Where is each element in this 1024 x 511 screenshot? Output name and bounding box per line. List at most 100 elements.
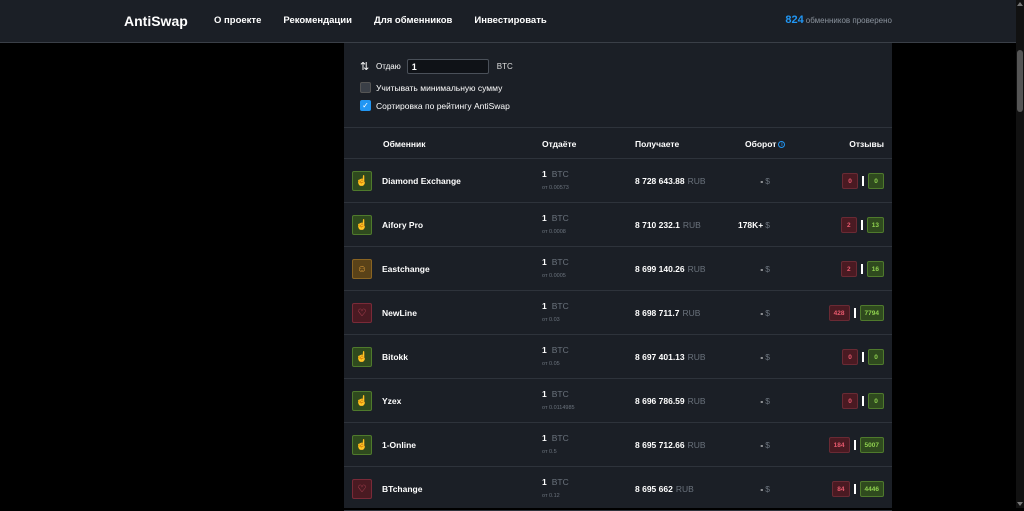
table-row[interactable]: ☝ Bitokk 1 BTC от 0.05 8 697 401.13 RUB - $0 0 [344, 335, 892, 379]
nav-invest[interactable]: Инвестировать [474, 15, 546, 26]
page-scrollbar[interactable] [1016, 0, 1024, 508]
give-value: 1 [542, 169, 547, 179]
exchanger-name[interactable]: BTchange [382, 484, 422, 494]
heart-icon: ♡ [352, 479, 372, 499]
negative-reviews-badge[interactable]: 0 [842, 393, 858, 409]
positive-reviews-badge[interactable]: 0 [868, 173, 884, 189]
turnover-value: 178K+ [737, 220, 764, 230]
table-row[interactable]: ♡ NewLine 1 BTC от 0.03 8 698 711.7 RUB - $428 77… [344, 291, 892, 335]
turnover-value: - [760, 440, 764, 450]
give-cur: BTC [551, 169, 569, 179]
nav-for-exchangers[interactable]: Для обменников [374, 15, 452, 26]
header-reviews[interactable]: Отзывы [849, 139, 884, 149]
turnover: 178K+ $ [724, 220, 770, 230]
table-row[interactable]: ☝ Aifory Pro 1 BTC от 0.0008 8 710 232.1 RUB 17… [344, 203, 892, 247]
negative-reviews-badge[interactable]: 0 [842, 349, 858, 365]
turnover: - $ [724, 264, 770, 274]
give-value: 1 [542, 389, 547, 399]
positive-reviews-badge[interactable]: 16 [866, 261, 884, 277]
turnover-cur: $ [765, 264, 770, 274]
table-row[interactable]: ☝ 1-Online 1 BTC от 0.5 8 695 712.66 RUB - $184 5… [344, 423, 892, 467]
nav-recommendations[interactable]: Рекомендации [283, 15, 352, 26]
give-amount: 1 BTC [542, 213, 569, 223]
give-value: 1 [542, 477, 547, 487]
brand-logo[interactable]: AntiSwap [124, 13, 188, 29]
reviews: 184 5007 [828, 437, 884, 453]
scroll-down-arrow-icon[interactable] [1017, 502, 1023, 506]
nav-about[interactable]: О проекте [214, 15, 261, 26]
min-sum-checkbox[interactable] [360, 82, 371, 93]
positive-reviews-badge[interactable]: 4446 [859, 481, 884, 497]
get-value: 8 695 662 [635, 484, 673, 494]
reviews-divider [853, 440, 856, 450]
positive-reviews-badge[interactable]: 0 [868, 349, 884, 365]
turnover: - $ [724, 308, 770, 318]
header-give[interactable]: Отдаёте [542, 139, 576, 149]
exchange-controls: ⇅ Отдаю BTC Учитывать минимальную сумму … [344, 43, 892, 127]
turnover-cur: $ [765, 352, 770, 362]
header-get[interactable]: Получаете [635, 139, 679, 149]
give-amount: 1 BTC [542, 301, 569, 311]
give-value: 1 [542, 301, 547, 311]
give-currency[interactable]: BTC [497, 62, 513, 71]
min-amount: от 0.0114985 [542, 405, 575, 411]
negative-reviews-badge[interactable]: 84 [832, 481, 850, 497]
exchanger-name[interactable]: NewLine [382, 308, 417, 318]
exchanger-name[interactable]: Aifory Pro [382, 220, 423, 230]
sort-checkbox-row[interactable]: ✓ Сортировка по рейтингу AntiSwap [360, 100, 510, 111]
give-row: ⇅ Отдаю BTC [360, 59, 513, 74]
positive-reviews-badge[interactable]: 13 [866, 217, 884, 233]
table-row[interactable]: ♡ BTchange 1 BTC от 0.12 8 695 662 RUB - $84 4446 [344, 467, 892, 511]
give-cur: BTC [551, 345, 569, 355]
min-sum-checkbox-row[interactable]: Учитывать минимальную сумму [360, 82, 502, 93]
table-row[interactable]: ☝ Diamond Exchange 1 BTC от 0.00573 8 728 643… [344, 159, 892, 203]
turnover-cur: $ [765, 308, 770, 318]
positive-reviews-badge[interactable]: 7794 [859, 305, 884, 321]
reviews: 00 [842, 173, 884, 189]
turnover: - $ [724, 352, 770, 362]
thumbs-up-icon: ☝ [352, 347, 372, 367]
reviews: 84 4446 [832, 481, 884, 497]
exchanger-name[interactable]: Eastchange [382, 264, 430, 274]
give-amount-input[interactable] [406, 59, 489, 74]
negative-reviews-badge[interactable]: 428 [828, 305, 850, 321]
get-cur: RUB [682, 308, 701, 318]
negative-reviews-badge[interactable]: 2 [840, 261, 857, 277]
give-cur: BTC [551, 213, 569, 223]
turnover: - $ [724, 440, 770, 450]
table-row[interactable]: ☺ Eastchange 1 BTC от 0.0005 8 699 140.26 RUB -… [344, 247, 892, 291]
exchanger-name[interactable]: 1-Online [382, 440, 416, 450]
get-amount: 8 696 786.59 RUB [635, 396, 706, 406]
thumbs-up-icon: ☝ [352, 171, 372, 191]
header-exchanger[interactable]: Обменник [383, 139, 426, 149]
thumbs-up-icon: ☝ [352, 391, 372, 411]
scroll-up-arrow-icon[interactable] [1017, 2, 1023, 6]
info-icon[interactable]: i [778, 141, 786, 149]
negative-reviews-badge[interactable]: 2 [840, 217, 857, 233]
swap-arrows-icon[interactable]: ⇅ [360, 60, 372, 74]
checked-count: 824 [785, 14, 804, 26]
scrollbar-thumb[interactable] [1017, 50, 1023, 112]
turnover-value: - [760, 396, 764, 406]
exchanger-name[interactable]: Bitokk [382, 352, 408, 362]
negative-reviews-badge[interactable]: 0 [842, 173, 858, 189]
top-navbar: AntiSwap О проекте Рекомендации Для обме… [0, 0, 1016, 43]
give-cur: BTC [551, 389, 569, 399]
positive-reviews-badge[interactable]: 0 [868, 393, 884, 409]
sort-checkbox[interactable]: ✓ [360, 100, 371, 111]
exchanger-name[interactable]: Diamond Exchange [382, 176, 461, 186]
min-amount: от 0.03 [542, 317, 560, 323]
min-amount: от 0.00573 [542, 185, 569, 191]
reviews: 00 [842, 393, 884, 409]
exchanger-name[interactable]: Yzex [382, 396, 401, 406]
negative-reviews-badge[interactable]: 184 [828, 437, 850, 453]
reviews: 2 13 [840, 217, 884, 233]
give-amount: 1 BTC [542, 389, 569, 399]
header-turnover[interactable]: Оборот i [745, 139, 786, 149]
positive-reviews-badge[interactable]: 5007 [859, 437, 884, 453]
min-amount: от 0.0005 [542, 273, 566, 279]
turnover-value: - [760, 484, 764, 494]
turnover-value: - [760, 308, 764, 318]
get-amount: 8 695 662 RUB [635, 484, 694, 494]
table-row[interactable]: ☝ Yzex 1 BTC от 0.0114985 8 696 786.59 RUB - $0 0 [344, 379, 892, 423]
